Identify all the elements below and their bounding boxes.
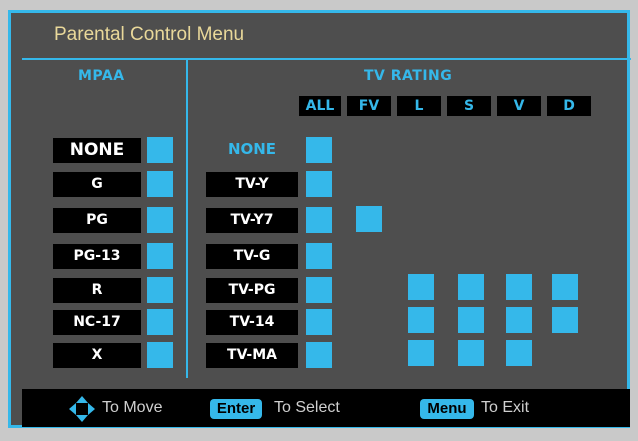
page-title: Parental Control Menu [54, 24, 245, 45]
tv-col-l: L [397, 96, 441, 116]
mpaa-rating-pg13[interactable]: PG-13 [53, 244, 141, 269]
tv-lock-box-l[interactable] [408, 274, 434, 300]
enter-key: Enter [210, 399, 262, 419]
tv-lock-box-v[interactable] [506, 307, 532, 333]
tv-col-d: D [547, 96, 591, 116]
tv-lock-box-all[interactable] [306, 207, 332, 233]
mpaa-rating-r[interactable]: R [53, 278, 141, 303]
tv-rating-tv-ma[interactable]: TV-MA [206, 343, 298, 368]
tv-lock-box-all[interactable] [306, 277, 332, 303]
mpaa-lock-box[interactable] [147, 171, 173, 197]
tv-lock-box-l[interactable] [408, 307, 434, 333]
tv-lock-box-d[interactable] [552, 274, 578, 300]
tv-lock-box-s[interactable] [458, 307, 484, 333]
tv-lock-box-s[interactable] [458, 340, 484, 366]
column-divider [186, 58, 188, 378]
tv-rating-tv-14[interactable]: TV-14 [206, 310, 298, 335]
mpaa-lock-box[interactable] [147, 207, 173, 233]
direction-pad-icon [69, 396, 95, 422]
tv-lock-box-all[interactable] [306, 137, 332, 163]
mpaa-rating-none[interactable]: NONE [53, 138, 141, 163]
tv-lock-box-v[interactable] [506, 274, 532, 300]
tv-rating-tv-y7[interactable]: TV-Y7 [206, 208, 298, 233]
mpaa-lock-box[interactable] [147, 243, 173, 269]
mpaa-heading: MPAA [78, 68, 125, 84]
tv-rating-heading: TV RATING [364, 68, 453, 84]
tv-col-v: V [497, 96, 541, 116]
tv-rating-none[interactable]: NONE [206, 137, 298, 162]
header-divider [22, 58, 631, 60]
tv-lock-box-l[interactable] [408, 340, 434, 366]
tv-lock-box-all[interactable] [306, 243, 332, 269]
tv-col-fv: FV [347, 96, 391, 116]
mpaa-rating-nc17[interactable]: NC-17 [53, 310, 141, 335]
mpaa-lock-box[interactable] [147, 342, 173, 368]
mpaa-rating-pg[interactable]: PG [53, 208, 141, 233]
tv-lock-box-all[interactable] [306, 309, 332, 335]
tv-lock-box-v[interactable] [506, 340, 532, 366]
tv-lock-box-all[interactable] [306, 342, 332, 368]
mpaa-lock-box[interactable] [147, 277, 173, 303]
mpaa-rating-x[interactable]: X [53, 343, 141, 368]
tv-col-all: ALL [299, 96, 341, 116]
mpaa-lock-box[interactable] [147, 137, 173, 163]
mpaa-lock-box[interactable] [147, 309, 173, 335]
tv-lock-box-s[interactable] [458, 274, 484, 300]
exit-hint: To Exit [481, 399, 530, 416]
tv-lock-box-d[interactable] [552, 307, 578, 333]
tv-rating-tv-pg[interactable]: TV-PG [206, 278, 298, 303]
select-hint: To Select [274, 399, 340, 416]
tv-rating-tv-y[interactable]: TV-Y [206, 172, 298, 197]
tv-col-s: S [447, 96, 491, 116]
move-hint: To Move [102, 399, 163, 416]
mpaa-rating-g[interactable]: G [53, 172, 141, 197]
tv-rating-tv-g[interactable]: TV-G [206, 244, 298, 269]
menu-key: Menu [420, 399, 474, 419]
tv-lock-box-fv[interactable] [356, 206, 382, 232]
tv-lock-box-all[interactable] [306, 171, 332, 197]
